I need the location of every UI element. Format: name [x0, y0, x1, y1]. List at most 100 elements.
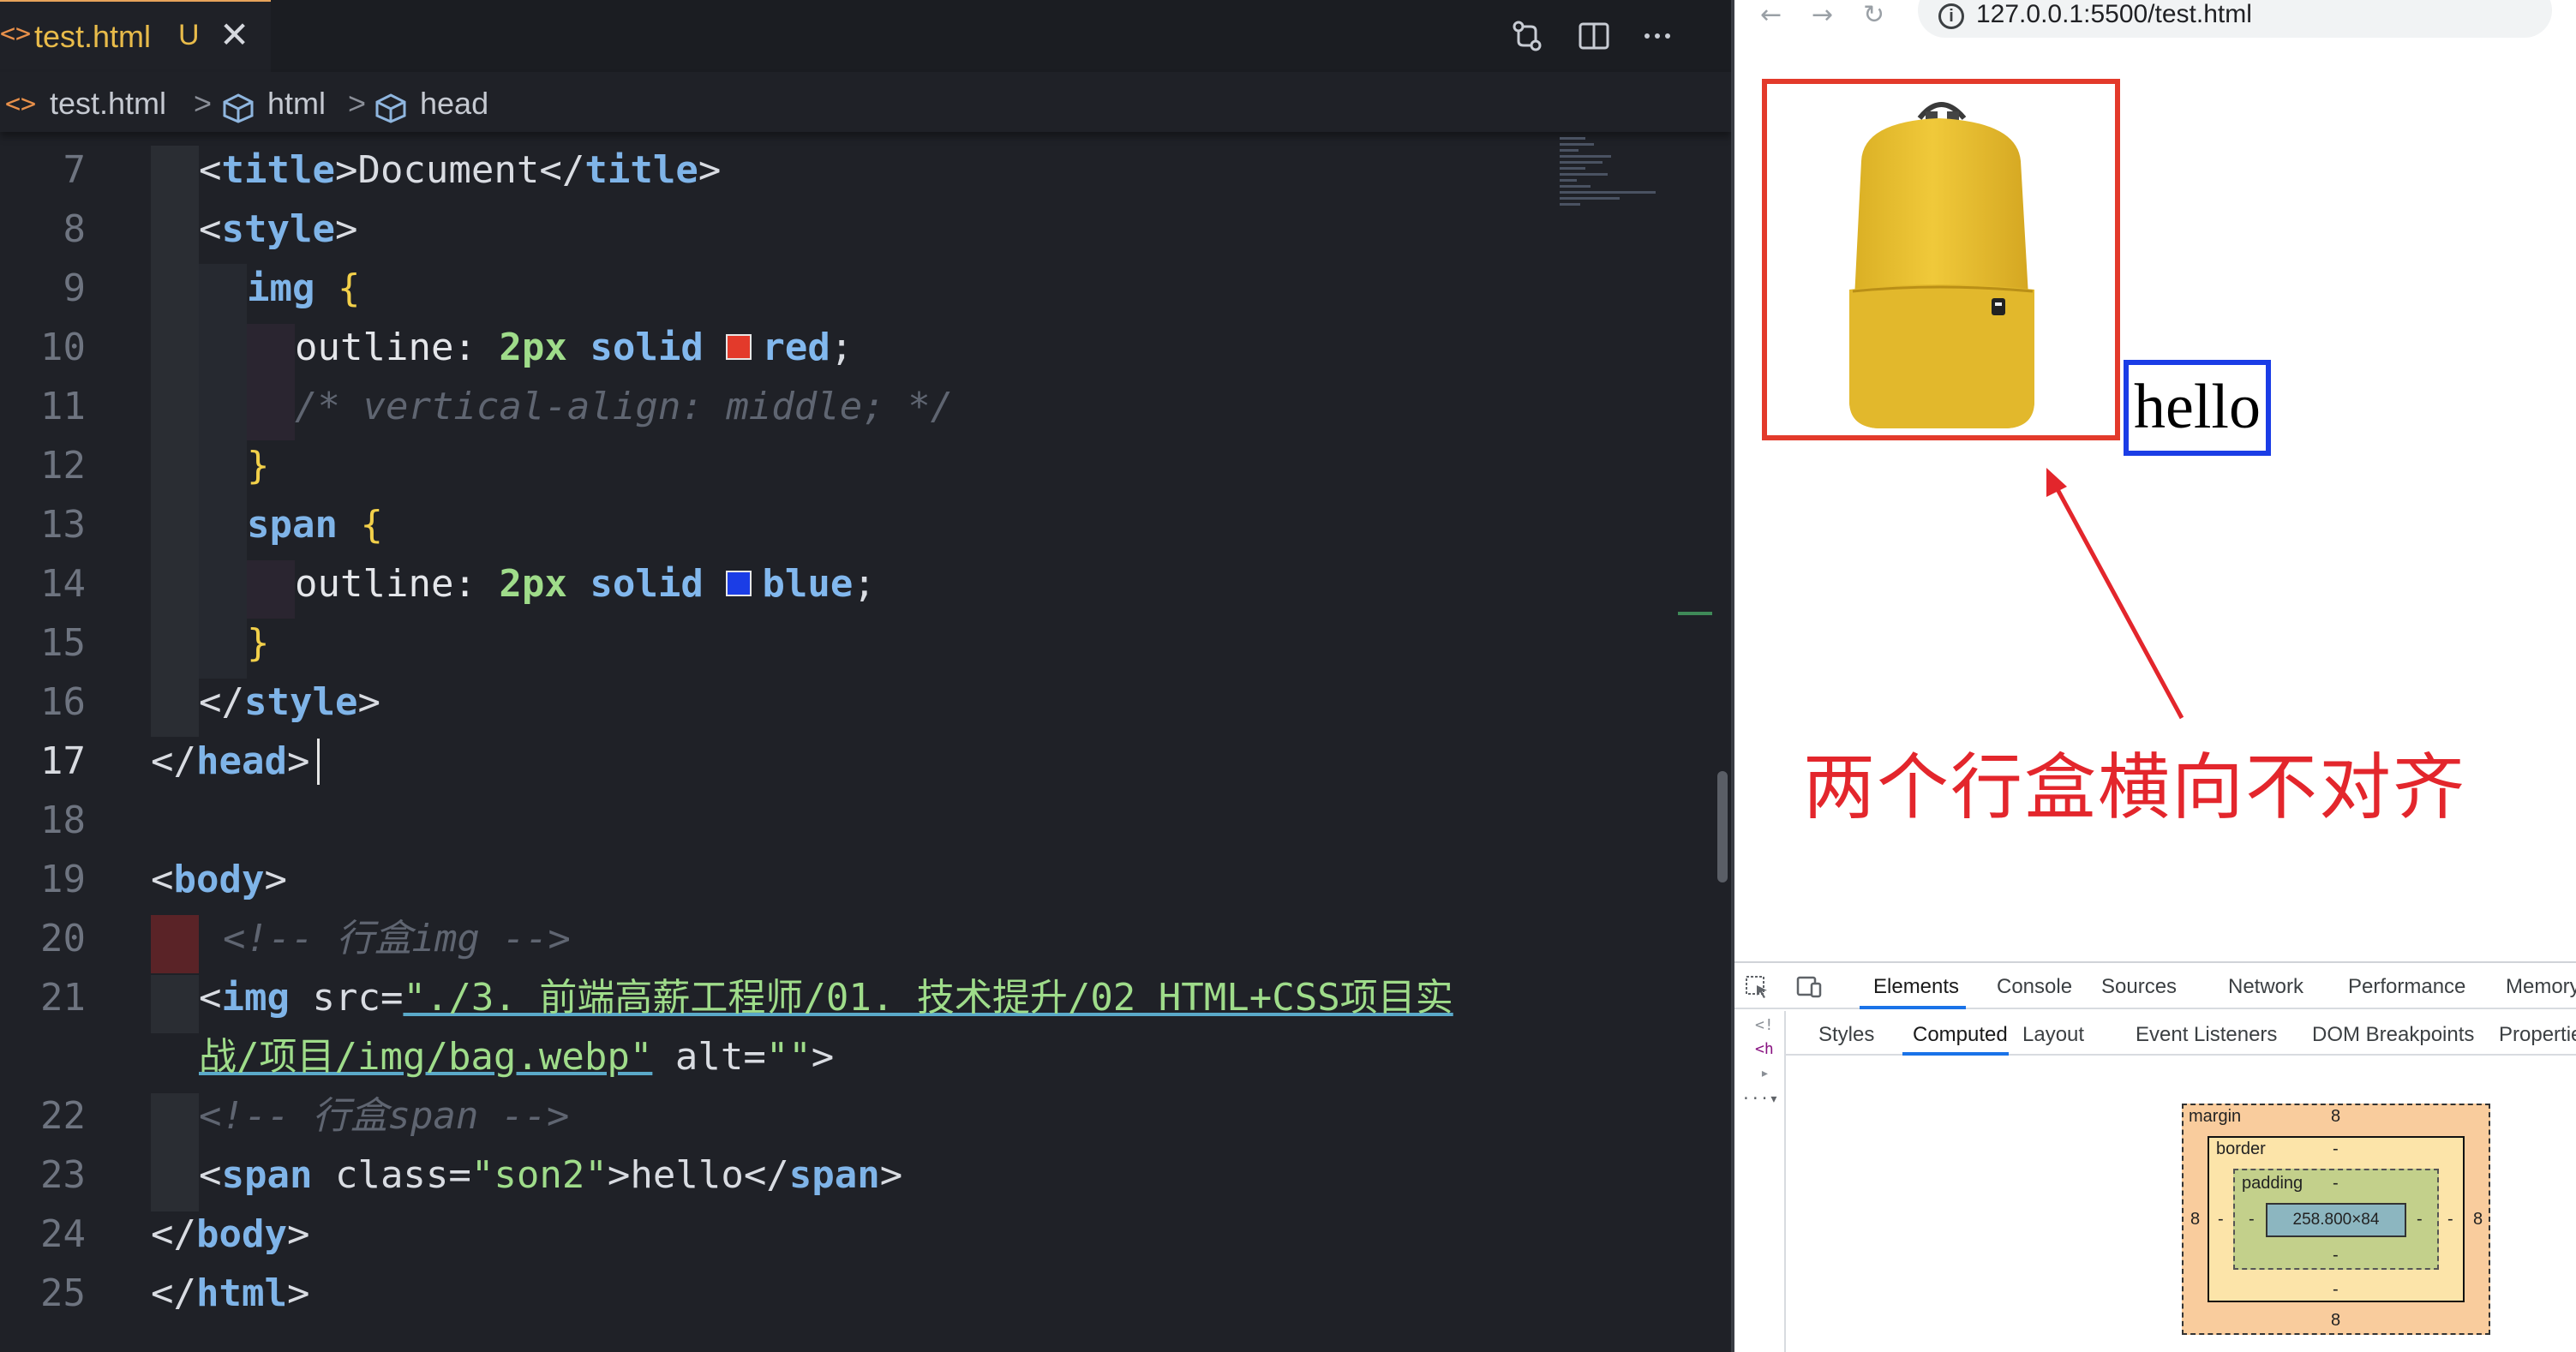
box-model-diagram: margin 8 8 8 8 border - - - - padding - … [2182, 1104, 2490, 1335]
indent-guide [199, 264, 247, 679]
line-number: 21 [40, 976, 86, 1020]
content-size-value[interactable]: 258.800×84 [2266, 1203, 2406, 1237]
tab-event-listeners[interactable]: Event Listeners [2136, 1023, 2277, 1047]
code-line-15: } [247, 621, 270, 665]
annotation-label: 两个行盒横向不对齐 [1803, 745, 2467, 829]
editor-scrollbar[interactable] [1717, 771, 1728, 882]
tab-layout[interactable]: Layout [2022, 1023, 2084, 1047]
tab-dom-breakpoints[interactable]: DOM Breakpoints [2312, 1023, 2474, 1047]
element-cube-icon [375, 93, 406, 123]
devtools-subtabs: Styles Computed Layout Event Listeners D… [1786, 1011, 2576, 1056]
expand-arrow-icon[interactable]: ▸ [1760, 1064, 1770, 1082]
code-line-22: <!-- 行盒span --> [199, 1094, 570, 1138]
code-line-11: /* vertical-align: middle; */ [295, 385, 954, 428]
code-line-16: </style> [199, 680, 380, 724]
line-number: 9 [63, 266, 87, 310]
tab-elements[interactable]: Elements [1873, 975, 1959, 999]
breadcrumb-head[interactable]: head [420, 86, 488, 122]
element-cube-icon [223, 93, 254, 123]
line-number: 20 [40, 917, 86, 960]
address-bar[interactable]: i 127.0.0.1:5500/test.html [1918, 0, 2552, 38]
padding-bottom-value[interactable]: - [2333, 1246, 2339, 1265]
browser-toolbar: ← → ↻ i 127.0.0.1:5500/test.html [1734, 0, 2576, 45]
untracked-badge: U [178, 19, 200, 51]
tab-memory[interactable]: Memory [2506, 975, 2576, 999]
breadcrumb-file[interactable]: test.html [50, 86, 166, 122]
tab-styles[interactable]: Styles [1818, 1023, 1874, 1047]
code-line-9: img { [247, 266, 361, 310]
indent-guide [151, 146, 199, 737]
indent-guide [151, 975, 199, 1033]
elements-tree[interactable]: <! <h ▸ ···▾ [1734, 1011, 1786, 1352]
tab-console[interactable]: Console [1997, 975, 2072, 999]
split-editor-icon[interactable] [1573, 15, 1614, 57]
tab-performance[interactable]: Performance [2348, 975, 2465, 999]
code-line-21-wrap: 战/项目/img/bag.webp" alt=""> [199, 1035, 835, 1079]
tab-test-html[interactable]: <> test.html U ✕ [0, 0, 271, 72]
padding-label: padding [2242, 1174, 2303, 1193]
indent-guide [151, 1093, 199, 1211]
source-control-compare-icon[interactable] [1507, 15, 1548, 57]
indent-guide [247, 560, 295, 619]
red-arrow-annotation [2046, 468, 2184, 720]
line-number: 10 [40, 326, 86, 369]
code-line-13: span { [247, 503, 383, 547]
border-right-value[interactable]: - [2447, 1210, 2453, 1229]
color-swatch-blue[interactable] [726, 571, 752, 596]
minimap[interactable] [1560, 137, 1662, 231]
code-line-12: } [247, 444, 270, 488]
tree-line: ···▾ [1741, 1090, 1779, 1108]
border-top-value[interactable]: - [2333, 1140, 2339, 1159]
code-line-17: </head> [151, 739, 310, 783]
site-info-icon[interactable]: i [1938, 3, 1964, 29]
margin-bottom-value[interactable]: 8 [2331, 1311, 2340, 1331]
line-number: 12 [40, 444, 86, 488]
line-number: 8 [63, 207, 87, 251]
breadcrumb-html[interactable]: html [267, 86, 326, 122]
more-actions-icon[interactable] [1637, 15, 1678, 57]
margin-top-value[interactable]: 8 [2331, 1107, 2340, 1127]
tab-properties[interactable]: Properties [2499, 1023, 2576, 1047]
color-swatch-red[interactable] [726, 334, 752, 360]
padding-left-value[interactable]: - [2249, 1210, 2255, 1229]
border-bottom-value[interactable]: - [2333, 1280, 2339, 1300]
code-line-8: <style> [199, 207, 358, 251]
padding-top-value[interactable]: - [2333, 1174, 2339, 1193]
code-line-21: <img src="./3. 前端高薪工程师/01. 技术提升/02 HTML+… [199, 976, 1453, 1020]
html-file-icon: <> [5, 89, 37, 119]
line-number: 13 [40, 503, 86, 547]
line-number: 15 [40, 621, 86, 665]
tab-computed[interactable]: Computed [1913, 1023, 2008, 1047]
indent-guide-error [151, 915, 199, 973]
src-link[interactable]: "./3. 前端高薪工程师/01. 技术提升/02 HTML+CSS项目实 [403, 976, 1453, 1020]
inspect-element-icon[interactable] [1745, 975, 1770, 999]
tree-line: <! [1755, 1016, 1774, 1034]
url-text[interactable]: 127.0.0.1:5500/test.html [1976, 0, 2252, 29]
text-cursor [317, 739, 320, 785]
device-toolbar-icon[interactable] [1794, 975, 1824, 999]
tab-sources[interactable]: Sources [2101, 975, 2177, 999]
tree-line: <h [1755, 1040, 1774, 1058]
code-editor[interactable]: <> test.html U ✕ <> test.html > html > h… [0, 0, 1731, 1352]
tab-network[interactable]: Network [2228, 975, 2303, 999]
line-number: 24 [40, 1212, 86, 1256]
code-line-19: <body> [151, 858, 287, 901]
indent-guide [247, 324, 295, 440]
breadcrumb: <> test.html > html > head [0, 72, 1731, 132]
back-arrow-icon[interactable]: ← [1760, 0, 1782, 30]
active-subtab-indicator [1902, 1052, 2009, 1056]
browser-window: ← → ↻ i 127.0.0.1:5500/test.html hello 两… [1731, 0, 2576, 1352]
line-number: 19 [40, 858, 86, 901]
forward-arrow-icon[interactable]: → [1812, 0, 1833, 30]
margin-right-value[interactable]: 8 [2473, 1210, 2483, 1229]
src-link[interactable]: 战/项目/img/bag.webp" [199, 1035, 652, 1079]
border-left-value[interactable]: - [2218, 1210, 2224, 1229]
margin-left-value[interactable]: 8 [2190, 1210, 2200, 1229]
padding-right-value[interactable]: - [2417, 1210, 2423, 1229]
line-number: 18 [40, 799, 86, 842]
code-line-25: </html> [151, 1271, 310, 1315]
devtools-tabs: Elements Console Sources Network Perform… [1734, 963, 2576, 1009]
border-label: border [2216, 1140, 2266, 1158]
close-icon[interactable]: ✕ [219, 14, 249, 56]
reload-icon[interactable]: ↻ [1863, 0, 1884, 30]
